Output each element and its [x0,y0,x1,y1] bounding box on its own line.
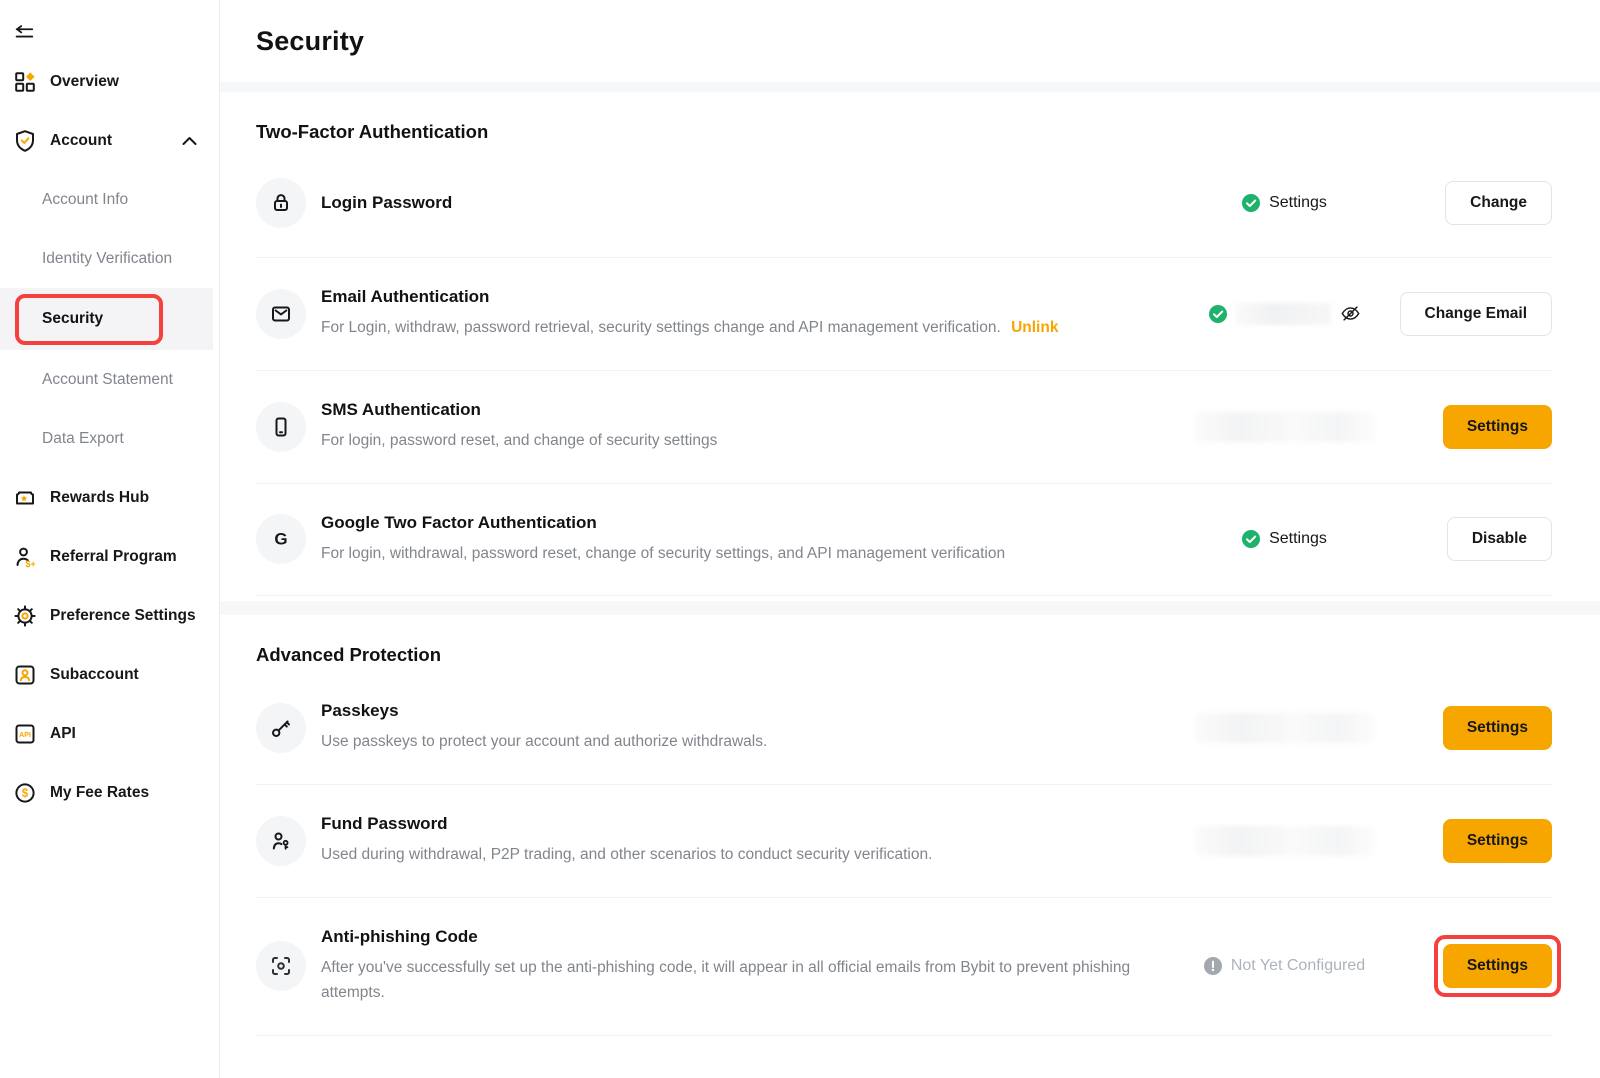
page-header: Security [220,0,1600,82]
sidebar-item-referral-program[interactable]: $+ Referral Program [0,527,219,586]
sidebar-item-subaccount[interactable]: Subaccount [0,645,219,704]
anti-phishing-settings-button[interactable]: Settings [1443,944,1552,988]
status-badge: Settings [1177,194,1392,212]
svg-text:$+: $+ [26,559,36,569]
row-title: Passkeys [321,701,1161,721]
sidebar-item-label: Referral Program [50,548,177,566]
change-password-button[interactable]: Change [1445,181,1552,225]
person-key-icon [256,816,306,866]
section-heading-2fa: Two-Factor Authentication [220,92,1600,149]
sidebar-item-rewards-hub[interactable]: Rewards Hub [0,468,219,527]
sidebar: Overview Account Account Info Identity V… [0,0,220,1078]
scan-icon [256,941,306,991]
red-annotation-security: Security [15,294,163,345]
section-divider-band [220,601,1600,615]
status-badge: Settings [1177,530,1392,548]
status-fund-password [1177,826,1392,856]
row-login-password: Login Password Settings Change [256,149,1552,258]
sidebar-item-my-fee-rates[interactable]: $ My Fee Rates [0,763,219,822]
status-sms [1177,412,1392,442]
row-title: Google Two Factor Authentication [321,513,1161,533]
eye-off-icon[interactable] [1340,303,1361,324]
sidebar-item-account[interactable]: Account [0,111,219,170]
api-icon: API [13,722,37,746]
unlink-link[interactable]: Unlink [1011,319,1058,336]
redacted-phone-value [1195,412,1375,442]
row-passkeys: Passkeys Use passkeys to protect your ac… [256,672,1552,785]
main-content: Security Two-Factor Authentication Login… [220,0,1600,1078]
shield-check-icon [13,129,37,153]
section-rows-2fa: Login Password Settings Change [220,149,1600,596]
lock-icon [256,178,306,228]
row-fund-password: Fund Password Used during withdrawal, P2… [256,785,1552,898]
change-email-button[interactable]: Change Email [1400,292,1553,336]
sidebar-item-preference-settings[interactable]: Preference Settings [0,586,219,645]
fund-password-settings-button[interactable]: Settings [1443,819,1552,863]
sidebar-item-label: API [50,725,76,743]
ticket-icon [13,486,37,510]
passkeys-settings-button[interactable]: Settings [1443,706,1552,750]
sidebar-item-label: Subaccount [50,666,139,684]
sidebar-item-data-export[interactable]: Data Export [0,409,219,468]
collapse-sidebar-icon [13,24,35,40]
sidebar-item-overview[interactable]: Overview [0,52,219,111]
row-google-2fa: G Google Two Factor Authentication For l… [256,484,1552,597]
sidebar-item-label: Preference Settings [50,607,196,625]
key-icon [256,703,306,753]
sidebar-item-label: Rewards Hub [50,489,149,507]
sidebar-item-identity-verification[interactable]: Identity Verification [0,229,219,288]
page-title: Security [256,26,364,57]
row-sms-authentication: SMS Authentication For login, password r… [256,371,1552,484]
status-passkeys [1177,713,1392,743]
google-icon: G [256,514,306,564]
section-divider-band [220,82,1600,92]
svg-text:G: G [274,530,287,549]
row-title: Fund Password [321,814,1161,834]
sidebar-item-api[interactable]: API API [0,704,219,763]
sidebar-item-security[interactable]: Security [0,288,213,350]
phone-icon [256,402,306,452]
sms-settings-button[interactable]: Settings [1443,405,1552,449]
svg-text:$: $ [22,788,29,800]
section-heading-advanced-protection: Advanced Protection [220,615,1600,672]
redacted-fund-password-value [1195,826,1375,856]
section-rows-advanced: Passkeys Use passkeys to protect your ac… [220,672,1600,1035]
info-icon [1204,957,1222,975]
referral-person-icon: $+ [13,545,37,569]
sidebar-item-account-statement[interactable]: Account Statement [0,350,219,409]
gear-icon [13,604,37,628]
sidebar-item-account-info[interactable]: Account Info [0,170,219,229]
row-email-authentication: Email Authentication For Login, withdraw… [256,258,1552,371]
red-annotation-settings: Settings [1434,935,1561,997]
row-title: Anti-phishing Code [321,927,1161,947]
subaccount-icon [13,663,37,687]
row-title: SMS Authentication [321,400,1161,420]
row-title: Login Password [321,193,1161,213]
svg-text:API: API [19,731,31,738]
app-window: Overview Account Account Info Identity V… [0,0,1600,1078]
sidebar-item-label: Overview [50,73,119,91]
sidebar-item-label: Account [50,132,112,150]
grid-icon [13,70,37,94]
success-check-icon [1242,194,1260,212]
status-not-configured: Not Yet Configured [1177,957,1392,975]
mail-icon [256,289,306,339]
row-anti-phishing-code: Anti-phishing Code After you've successf… [256,898,1552,1036]
collapse-sidebar-button[interactable] [0,12,219,52]
dollar-circle-icon: $ [13,781,37,805]
success-check-icon [1242,530,1260,548]
disable-google-2fa-button[interactable]: Disable [1447,517,1552,561]
status-email [1177,303,1392,325]
row-title: Email Authentication [321,287,1161,307]
success-check-icon [1209,305,1227,323]
redacted-email-value [1236,303,1331,325]
sidebar-item-label: My Fee Rates [50,784,149,802]
chevron-up-icon [182,136,197,146]
redacted-passkey-value [1195,713,1375,743]
